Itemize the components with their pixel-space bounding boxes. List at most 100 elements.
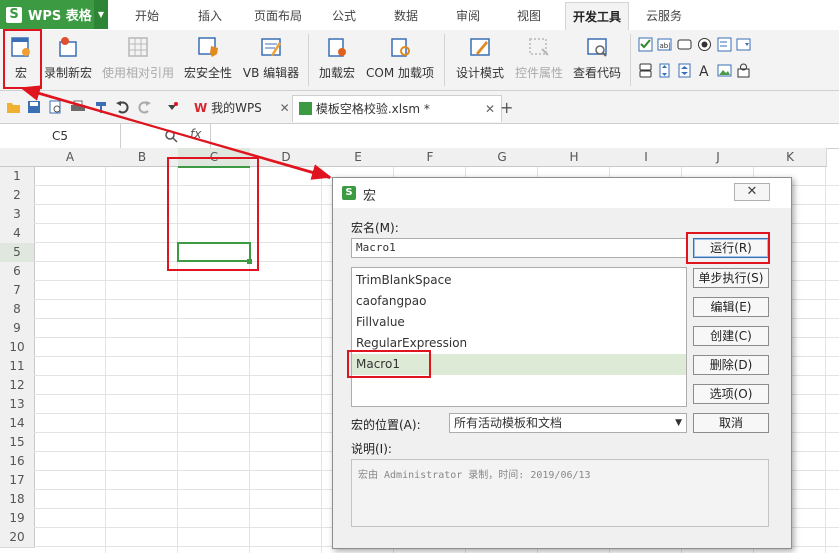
fill-handle[interactable] <box>247 259 252 264</box>
row-header[interactable]: 18 <box>0 490 35 510</box>
macro-name-input[interactable]: Macro1 <box>351 238 687 258</box>
row-header[interactable]: 1 <box>0 167 35 187</box>
print-preview-icon[interactable] <box>48 100 62 114</box>
menu-formulas[interactable]: 公式 <box>320 0 368 30</box>
record-macro-button[interactable]: 录制新宏 <box>42 30 94 90</box>
menu-insert[interactable]: 插入 <box>185 0 235 30</box>
chevron-down-icon[interactable]: ▼ <box>94 0 108 29</box>
run-button[interactable]: 运行(R) <box>693 238 769 258</box>
menu-home[interactable]: 开始 <box>122 0 172 30</box>
control-properties-button[interactable]: 控件属性 <box>512 30 566 90</box>
row-header[interactable]: 17 <box>0 471 35 491</box>
macro-button[interactable]: 宏 <box>2 30 40 90</box>
row-header[interactable]: 16 <box>0 452 35 472</box>
row-header[interactable]: 9 <box>0 319 35 339</box>
row-header[interactable]: 8 <box>0 300 35 320</box>
step-into-button[interactable]: 单步执行(S) <box>693 268 769 288</box>
list-item[interactable]: Fillvalue <box>356 312 405 333</box>
app-menu-button[interactable]: S WPS 表格 ▼ <box>0 0 108 29</box>
load-macro-button[interactable]: 加载宏 <box>314 30 360 90</box>
column-header[interactable]: J <box>682 148 755 167</box>
com-addin-button[interactable]: COM 加载项 <box>362 30 438 90</box>
options-button[interactable]: 选项(O) <box>693 384 769 404</box>
create-button[interactable]: 创建(C) <box>693 326 769 346</box>
column-header[interactable]: H <box>538 148 611 167</box>
row-header[interactable]: 12 <box>0 376 35 396</box>
row-header[interactable]: 14 <box>0 414 35 434</box>
macro-location-select[interactable]: 所有活动模板和文档 ▼ <box>449 413 687 433</box>
row-header[interactable]: 15 <box>0 433 35 453</box>
button-control-icon[interactable] <box>677 37 692 52</box>
row-header[interactable]: 2 <box>0 186 35 206</box>
column-header[interactable]: B <box>106 148 179 167</box>
vb-editor-button[interactable]: VB 编辑器 <box>240 30 302 90</box>
column-header[interactable]: G <box>466 148 539 167</box>
column-header[interactable]: C <box>178 148 251 167</box>
row-header[interactable]: 10 <box>0 338 35 358</box>
listbox-control-icon[interactable] <box>717 37 732 52</box>
close-icon[interactable]: ✕ <box>734 183 770 201</box>
cancel-button[interactable]: 取消 <box>693 413 769 433</box>
format-painter-icon[interactable] <box>94 100 108 114</box>
image-control-icon[interactable] <box>717 63 732 78</box>
row-header[interactable]: 13 <box>0 395 35 415</box>
toggle-control-icon[interactable] <box>638 63 653 78</box>
list-item-selected[interactable]: Macro1 <box>352 354 686 375</box>
macro-security-button[interactable]: 宏安全性 <box>180 30 236 90</box>
column-header[interactable]: A <box>34 148 107 167</box>
macro-list[interactable]: TrimBlankSpace caofangpao Fillvalue Regu… <box>351 267 687 407</box>
save-icon[interactable] <box>27 100 41 114</box>
fx-icon[interactable]: fx <box>190 127 201 141</box>
active-cell[interactable] <box>177 242 251 262</box>
magnifier-icon[interactable] <box>164 129 178 143</box>
row-header[interactable]: 19 <box>0 509 35 529</box>
checkbox-control-icon[interactable] <box>638 37 653 52</box>
print-icon[interactable] <box>70 100 86 114</box>
list-item[interactable]: RegularExpression <box>356 333 467 354</box>
menu-review[interactable]: 审阅 <box>444 0 492 30</box>
column-header[interactable]: E <box>322 148 395 167</box>
row-header[interactable]: 3 <box>0 205 35 225</box>
formula-input[interactable] <box>210 124 839 148</box>
column-header[interactable]: K <box>754 148 827 167</box>
relative-reference-button[interactable]: 使用相对引用 <box>100 30 176 90</box>
combobox-control-icon[interactable] <box>736 37 751 52</box>
customize-toolbar-icon[interactable] <box>166 102 178 112</box>
name-box[interactable]: C5 <box>0 124 121 148</box>
row-header[interactable]: 4 <box>0 224 35 244</box>
row-header[interactable]: 5 <box>0 243 35 263</box>
menu-view[interactable]: 视图 <box>505 0 553 30</box>
row-header[interactable]: 11 <box>0 357 35 377</box>
column-header[interactable]: F <box>394 148 467 167</box>
list-item[interactable]: TrimBlankSpace <box>356 270 452 291</box>
view-code-button[interactable]: 查看代码 <box>570 30 624 90</box>
list-item[interactable]: caofangpao <box>356 291 426 312</box>
row-header[interactable]: 6 <box>0 262 35 282</box>
row-header[interactable]: 20 <box>0 528 35 548</box>
delete-button[interactable]: 删除(D) <box>693 355 769 375</box>
menu-data[interactable]: 数据 <box>382 0 430 30</box>
textbox-control-icon[interactable]: ab| <box>657 37 672 52</box>
close-icon[interactable]: ✕ <box>280 101 290 115</box>
tab-my-wps[interactable]: W 我的WPS ✕ <box>188 95 296 121</box>
dialog-titlebar[interactable]: S 宏 ✕ <box>333 178 791 208</box>
column-header[interactable]: I <box>610 148 683 167</box>
scrollbar-control-icon[interactable] <box>657 63 672 78</box>
menu-cloud[interactable]: 云服务 <box>638 0 690 30</box>
menu-page-layout[interactable]: 页面布局 <box>247 0 309 30</box>
tab-workbook[interactable]: 模板空格校验.xlsm * ✕ <box>292 95 502 122</box>
new-tab-button[interactable]: + <box>494 95 519 121</box>
menu-developer[interactable]: 开发工具 <box>565 2 629 31</box>
edit-button[interactable]: 编辑(E) <box>693 297 769 317</box>
undo-icon[interactable] <box>115 100 129 114</box>
spinner-control-icon[interactable] <box>677 63 692 78</box>
row-header[interactable]: 7 <box>0 281 35 301</box>
design-mode-button[interactable]: 设计模式 <box>452 30 508 90</box>
column-header[interactable]: D <box>250 148 323 167</box>
open-folder-icon[interactable] <box>6 100 21 114</box>
label-control-icon[interactable]: A <box>697 63 712 78</box>
radio-control-icon[interactable] <box>697 37 712 52</box>
redo-icon[interactable] <box>138 100 152 114</box>
select-all-corner[interactable] <box>0 148 35 167</box>
more-controls-icon[interactable] <box>736 63 751 78</box>
